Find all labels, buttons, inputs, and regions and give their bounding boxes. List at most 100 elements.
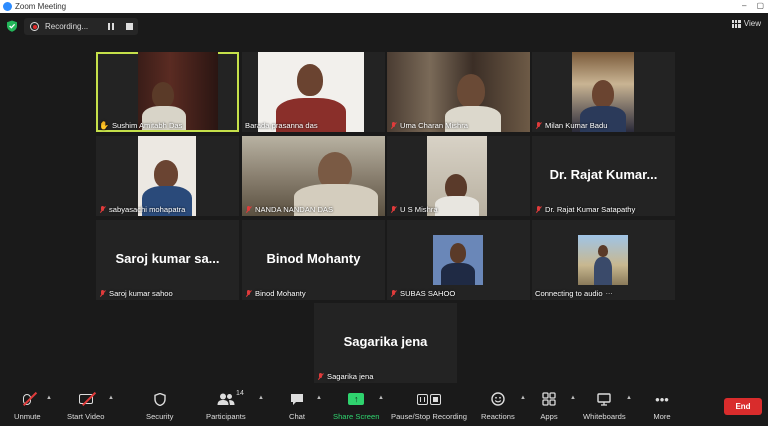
recording-dot-icon <box>30 22 39 31</box>
chat-label: Chat <box>288 412 306 421</box>
muted-mic-icon <box>535 121 542 130</box>
participant-video <box>387 52 530 132</box>
participant-tile-nanda[interactable]: NANDA NANDAN DAS <box>242 136 385 216</box>
whiteboards-label: Whiteboards <box>583 412 626 421</box>
chat-bubble-icon <box>288 391 306 407</box>
participants-count: 14 <box>236 390 244 397</box>
pause-recording-icon[interactable] <box>108 23 116 31</box>
audio-options-chevron-icon[interactable]: ▲ <box>46 395 52 401</box>
muted-mic-icon <box>245 205 252 214</box>
participant-name: NANDA NANDAN DAS <box>245 205 333 214</box>
participants-button[interactable]: 14 Participants <box>206 390 246 421</box>
participant-name: Barada prasanna das <box>245 121 318 130</box>
more-dots-icon: ••• <box>655 391 669 407</box>
zoom-app-icon <box>3 2 12 11</box>
meeting-toolbar: Unmute ▲ Start Video ▲ Security 14 Parti… <box>0 386 768 426</box>
chat-button[interactable]: Chat <box>288 391 306 421</box>
participants-options-chevron-icon[interactable]: ▲ <box>258 395 264 401</box>
muted-mic-icon <box>390 289 397 298</box>
share-screen-label: Share Screen <box>333 412 380 421</box>
participant-video <box>138 136 196 216</box>
end-meeting-button[interactable]: End <box>724 398 762 415</box>
raised-hand-icon: ✋ <box>99 121 109 130</box>
participant-display-name: Sagarika jena <box>343 334 428 349</box>
participant-tile-milan[interactable]: Milan Kumar Badu <box>532 52 675 132</box>
apps-button[interactable]: Apps <box>540 391 558 421</box>
minimize-button[interactable]: – <box>742 1 746 10</box>
participant-video <box>138 52 218 130</box>
participant-video <box>572 52 634 132</box>
whiteboard-icon <box>595 391 613 407</box>
window-titlebar: Zoom Meeting – ▢ <box>0 0 768 13</box>
participants-icon: 14 <box>217 390 244 407</box>
participant-name: sabyasachi mohapatra <box>99 205 185 214</box>
muted-mic-icon <box>390 205 397 214</box>
participants-label: Participants <box>206 412 246 421</box>
security-label: Security <box>146 412 174 421</box>
muted-mic-icon <box>99 289 106 298</box>
video-options-chevron-icon[interactable]: ▲ <box>108 395 114 401</box>
reactions-options-chevron-icon[interactable]: ▲ <box>520 395 526 401</box>
grid-view-icon <box>731 19 741 28</box>
muted-mic-icon <box>535 205 542 214</box>
start-video-label: Start Video <box>67 412 105 421</box>
maximize-button[interactable]: ▢ <box>756 1 764 10</box>
more-button[interactable]: ••• More <box>653 391 671 422</box>
participant-tile-usmishra[interactable]: U S Mishra <box>387 136 530 216</box>
share-screen-arrow-icon: ↑ <box>348 393 365 405</box>
share-screen-button[interactable]: ↑ Share Screen <box>333 391 379 421</box>
participant-name: Dr. Rajat Kumar Satapathy <box>535 205 635 214</box>
participant-display-name: Dr. Rajat Kumar... <box>549 167 658 182</box>
recording-controls-icon <box>417 393 441 405</box>
security-button[interactable]: Security <box>146 391 173 421</box>
reactions-button[interactable]: Reactions <box>481 391 515 421</box>
participant-tile-uma[interactable]: Uma Charan Mishra <box>387 52 530 132</box>
start-video-button[interactable]: Start Video <box>67 391 104 421</box>
participant-name: SUBAS SAHOO <box>390 289 455 298</box>
recording-indicator: Recording... <box>24 18 138 35</box>
apps-options-chevron-icon[interactable]: ▲ <box>570 395 576 401</box>
unmute-label: Unmute <box>14 412 41 421</box>
meeting-topbar: Recording... View <box>0 13 768 39</box>
view-button[interactable]: View <box>731 19 761 28</box>
apps-label: Apps <box>540 412 558 421</box>
participant-display-name: Binod Mohanty <box>266 251 361 266</box>
more-label: More <box>653 412 671 421</box>
participant-profile-photo <box>433 235 483 285</box>
chat-options-chevron-icon[interactable]: ▲ <box>316 395 322 401</box>
participant-name: U S Mishra <box>390 205 438 214</box>
participant-display-name: Saroj kumar sa... <box>115 251 220 266</box>
whiteboards-button[interactable]: Whiteboards <box>583 391 626 421</box>
apps-grid-icon <box>540 391 558 407</box>
participant-name: ✋ Sushim Amitabh Das <box>99 121 183 130</box>
muted-mic-icon <box>245 289 252 298</box>
participant-profile-photo <box>578 235 628 285</box>
recording-label: Recording... <box>45 22 89 31</box>
share-options-chevron-icon[interactable]: ▲ <box>378 395 384 401</box>
participant-tile-saroj[interactable]: Saroj kumar sa... Saroj kumar sahoo <box>96 220 239 300</box>
participant-name: Sagarika jena <box>317 372 373 381</box>
participant-video <box>242 136 385 216</box>
view-label: View <box>743 19 761 28</box>
reactions-label: Reactions <box>481 412 515 421</box>
participant-tile-sabyasachi[interactable]: sabyasachi mohapatra <box>96 136 239 216</box>
participant-tile-rajat[interactable]: Dr. Rajat Kumar... Dr. Rajat Kumar Satap… <box>532 136 675 216</box>
whiteboards-options-chevron-icon[interactable]: ▲ <box>626 395 632 401</box>
participant-tile-subas[interactable]: SUBAS SAHOO <box>387 220 530 300</box>
participant-name: Milan Kumar Badu <box>535 121 607 130</box>
participant-tile-binod[interactable]: Binod Mohanty Binod Mohanty <box>242 220 385 300</box>
participant-tile-sushim[interactable]: ✋ Sushim Amitabh Das <box>96 52 239 132</box>
encryption-shield-icon[interactable] <box>6 20 18 32</box>
participant-name: Saroj kumar sahoo <box>99 289 173 298</box>
stop-recording-icon[interactable] <box>126 23 133 30</box>
muted-mic-icon <box>390 121 397 130</box>
participant-tile-connecting[interactable]: Connecting to audio ⋯ <box>532 220 675 300</box>
participant-tile-sagarika[interactable]: Sagarika jena Sagarika jena <box>314 303 457 383</box>
participant-tile-barada[interactable]: Barada prasanna das <box>242 52 385 132</box>
window-title: Zoom Meeting <box>15 2 67 11</box>
participant-name: Uma Charan Mishra <box>390 121 468 130</box>
emoji-reactions-icon <box>489 391 507 407</box>
unmute-button[interactable]: Unmute <box>14 391 41 421</box>
pause-stop-recording-label: Pause/Stop Recording <box>391 412 467 421</box>
pause-stop-recording-button[interactable]: Pause/Stop Recording <box>391 391 467 421</box>
